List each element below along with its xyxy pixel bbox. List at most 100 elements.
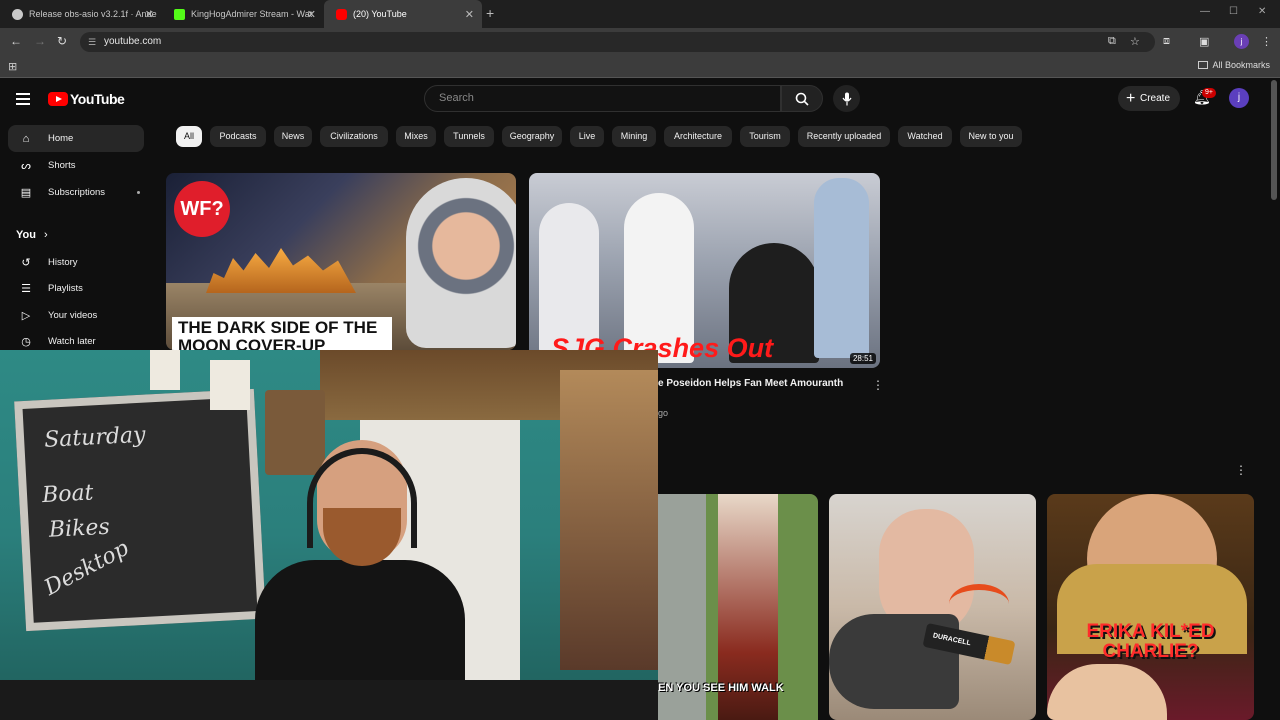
close-window-icon[interactable]: ✕ (1258, 6, 1266, 17)
forward-icon[interactable]: → (34, 34, 46, 48)
webcam-overlay: Saturday Boat Bikes Desktop (0, 350, 658, 720)
sidebar-item-your-videos[interactable]: ▷ Your videos (8, 302, 144, 329)
voice-search-button[interactable] (833, 85, 860, 112)
playlists-icon: ☰ (21, 283, 31, 295)
video-thumbnail[interactable]: SJG Crashes Out 28:51 (529, 173, 880, 368)
person-face (1047, 664, 1167, 720)
sidebar-item-label: Subscriptions (48, 187, 106, 198)
more-actions-icon[interactable]: ⋮ (1235, 463, 1247, 477)
channel-badge: WF? (174, 181, 230, 237)
all-bookmarks-button[interactable]: All Bookmarks (1198, 60, 1270, 70)
chip-mixes[interactable]: Mixes (396, 126, 436, 147)
chevron-right-icon: › (43, 229, 48, 241)
browser-tab-bar: Release obs-asio v3.2.1f · Ande ✕ KingHo… (0, 0, 1280, 28)
chip-tourism[interactable]: Tourism (740, 126, 790, 147)
reload-icon[interactable]: ↻ (57, 34, 67, 48)
streamer (255, 440, 465, 720)
bookmark-star-icon[interactable]: ☆ (1130, 35, 1140, 48)
sidebar-you-header[interactable]: You › (16, 229, 48, 241)
youtube-play-icon (48, 92, 68, 106)
chalk-word: Desktop (40, 535, 133, 601)
history-icon: ↺ (21, 257, 31, 269)
chip-mining[interactable]: Mining (612, 126, 656, 147)
more-actions-icon[interactable]: ⋮ (872, 378, 884, 392)
search-input[interactable]: Search (424, 85, 781, 112)
desk (0, 680, 658, 720)
sidebar-item-history[interactable]: ↺ History (8, 249, 144, 276)
minimize-icon[interactable]: — (1200, 6, 1210, 17)
chip-podcasts[interactable]: Podcasts (210, 126, 266, 147)
video-thumbnail[interactable]: DURACELL (829, 494, 1036, 720)
video-meta: go (658, 408, 669, 418)
astronaut-figure (406, 178, 516, 348)
sidebar-item-playlists[interactable]: ☰ Playlists (8, 275, 144, 302)
browser-tab-kick[interactable]: KingHogAdmirer Stream - Wat ✕ (162, 0, 324, 28)
watch-later-icon: ◷ (21, 336, 31, 348)
notification-count-badge: 9+ (1202, 88, 1216, 98)
close-tab-icon[interactable]: ✕ (307, 8, 316, 21)
search-button[interactable] (781, 85, 823, 112)
home-icon: ⌂ (22, 132, 30, 145)
browser-tab-youtube[interactable]: (20) YouTube ✕ (324, 0, 482, 28)
chip-architecture[interactable]: Architecture (664, 126, 732, 147)
lunar-city (206, 248, 356, 293)
chip-tunnels[interactable]: Tunnels (444, 126, 494, 147)
subscriptions-icon: ▤ (20, 187, 32, 199)
youtube-logo[interactable]: YouTube (48, 91, 125, 107)
chip-geography[interactable]: Geography (502, 126, 562, 147)
chip-civilizations[interactable]: Civilizations (320, 126, 388, 147)
browser-menu-icon[interactable]: ⋮ (1261, 35, 1272, 48)
logo-text: YouTube (70, 91, 125, 107)
back-icon[interactable]: ← (10, 34, 22, 48)
browser-tab-obs-asio[interactable]: Release obs-asio v3.2.1f · Ande ✕ (0, 0, 162, 28)
url-field[interactable]: ☰ youtube.com (80, 32, 1155, 52)
chip-all[interactable]: All (176, 126, 202, 147)
create-button[interactable]: + Create (1118, 86, 1180, 111)
github-icon (12, 8, 23, 20)
microphone-icon (842, 92, 851, 106)
thumbnail-caption: THE DARK SIDE OF THE MOON COVER-UP (172, 317, 392, 350)
guide-menu-icon[interactable] (16, 93, 30, 105)
sidebar-item-label: History (48, 257, 78, 268)
page-scrollbar[interactable] (1271, 80, 1277, 200)
person-figure (539, 203, 599, 353)
chip-news[interactable]: News (274, 126, 312, 147)
your-videos-icon: ▷ (21, 310, 31, 322)
wall-paper (210, 360, 250, 410)
video-thumbnail[interactable]: WF? THE DARK SIDE OF THE MOON COVER-UP (166, 173, 516, 350)
url-text: youtube.com (104, 36, 162, 47)
apps-grid-icon[interactable]: ⊞ (8, 60, 17, 73)
bookmarks-bar: ⊞ All Bookmarks (0, 56, 1280, 78)
install-app-icon[interactable]: ⧉ (1108, 35, 1116, 48)
chalk-word: Boat (41, 480, 95, 509)
video-title[interactable]: e Poseidon Helps Fan Meet Amouranth (658, 378, 843, 389)
youtube-sidebar: ⌂ Home ᔕ Shorts ▤ Subscriptions You › ↺ H… (0, 125, 160, 350)
chip-live[interactable]: Live (570, 126, 604, 147)
browser-profile-avatar[interactable]: j (1234, 34, 1249, 49)
sidebar-item-subscriptions[interactable]: ▤ Subscriptions (8, 179, 144, 206)
sidebar-item-home[interactable]: ⌂ Home (8, 125, 144, 152)
extensions-icon[interactable]: ⧈ (1163, 35, 1170, 48)
new-tab-icon[interactable]: + (486, 5, 494, 21)
search-icon (795, 92, 809, 106)
site-info-icon[interactable]: ☰ (88, 32, 96, 52)
chip-recently-uploaded[interactable]: Recently uploaded (798, 126, 890, 147)
thumbnail-caption: EN YOU SEE HIM WALK (658, 682, 784, 694)
sidebar-item-label: Home (48, 133, 74, 144)
close-tab-icon[interactable]: ✕ (465, 8, 474, 21)
chip-new-to-you[interactable]: New to you (960, 126, 1022, 147)
account-avatar[interactable]: j (1229, 88, 1249, 108)
maximize-icon[interactable]: ☐ (1229, 6, 1238, 17)
close-tab-icon[interactable]: ✕ (145, 8, 154, 21)
sidebar-item-shorts[interactable]: ᔕ Shorts (8, 152, 144, 179)
youtube-favicon-icon (336, 8, 347, 20)
sidebar-item-label: Playlists (48, 283, 83, 294)
sidebar-item-label: Watch later (48, 336, 96, 347)
chalk-word: Saturday (43, 422, 147, 453)
kick-icon (174, 8, 185, 20)
chip-watched[interactable]: Watched (898, 126, 952, 147)
plus-icon: + (1126, 90, 1136, 107)
video-thumbnail[interactable]: ERIKA KIL*ED CHARLIE? (1047, 494, 1254, 720)
video-thumbnail[interactable]: EN YOU SEE HIM WALK (658, 494, 818, 720)
side-panel-icon[interactable]: ▣ (1199, 35, 1209, 48)
